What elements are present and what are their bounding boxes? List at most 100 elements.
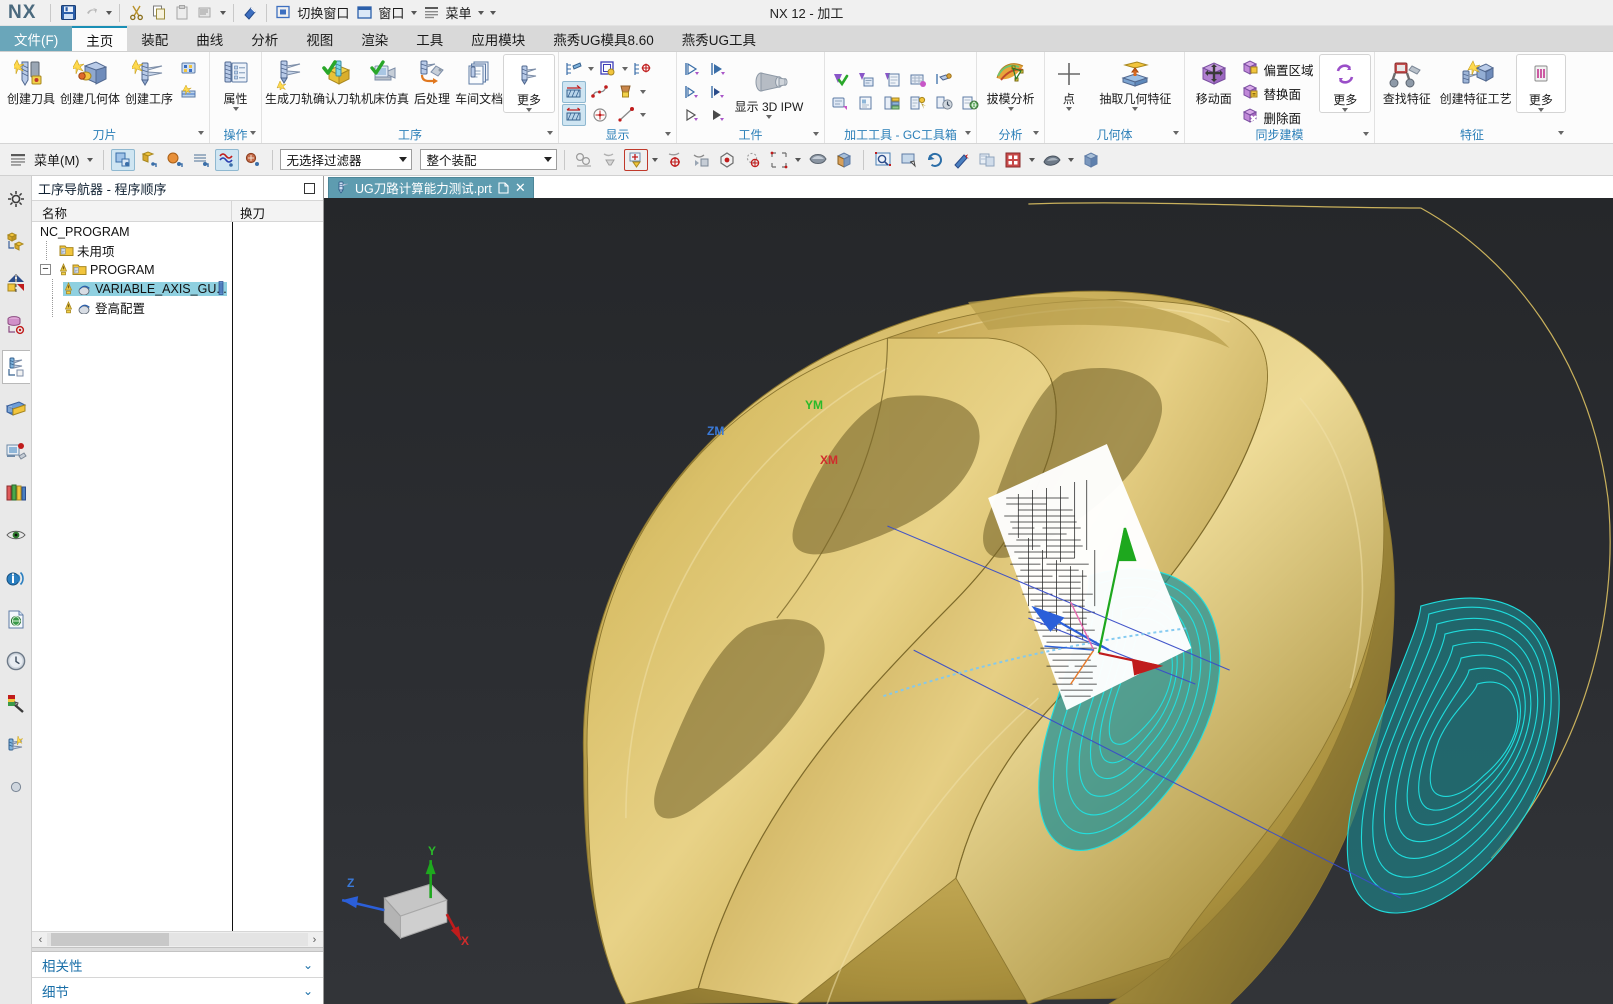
colored-body-icon[interactable] <box>832 149 856 171</box>
fit-icon[interactable] <box>949 149 973 171</box>
menu-button-caret[interactable] <box>85 149 96 171</box>
view-style-icon[interactable] <box>1001 149 1025 171</box>
feature-more-caret[interactable] <box>1537 108 1544 112</box>
undo-dropdown-caret[interactable] <box>103 2 114 24</box>
column-header-name[interactable]: 名称 <box>32 201 232 221</box>
report-icon[interactable] <box>854 92 878 114</box>
tab-render[interactable]: 渲染 <box>347 26 402 51</box>
chevron-down-icon[interactable]: ⌄ <box>303 958 313 972</box>
table-row[interactable]: NC_PROGRAM <box>32 222 323 241</box>
params-icon[interactable] <box>906 92 930 114</box>
probe-icon[interactable] <box>932 69 956 91</box>
chevron-down-icon[interactable] <box>398 157 407 162</box>
panel-details[interactable]: 细节 ⌄ <box>32 978 323 1004</box>
selection-filter-combo[interactable]: 无选择过滤器 <box>279 149 412 170</box>
group-expand-caret[interactable] <box>547 131 553 136</box>
pin-icon[interactable] <box>304 182 315 194</box>
tab-curve[interactable]: 曲线 <box>182 26 237 51</box>
tab-home[interactable]: 主页 <box>72 26 128 51</box>
time-tool-icon[interactable] <box>932 92 956 114</box>
tab-assemblies[interactable]: 装配 <box>127 26 182 51</box>
select-face-icon[interactable] <box>189 149 213 171</box>
chevron-down-icon[interactable] <box>543 157 552 162</box>
paste-special-icon[interactable] <box>194 2 216 24</box>
cut-icon[interactable] <box>125 2 147 24</box>
circle-center-icon[interactable] <box>588 104 612 126</box>
rotate-icon[interactable] <box>923 149 947 171</box>
snap-intersection-icon[interactable] <box>741 149 765 171</box>
library-icon[interactable] <box>2 476 30 510</box>
snap-point-group-icon[interactable] <box>572 149 596 171</box>
view-style-caret[interactable] <box>1027 149 1038 171</box>
spline-icon[interactable] <box>588 81 612 103</box>
menu-button-label[interactable]: 菜单(M) <box>32 150 83 169</box>
create-operation-button[interactable]: 创建工序 <box>121 54 177 106</box>
table-row[interactable]: VARIABLE_AXIS_GU... <box>32 279 323 298</box>
system-settings-icon[interactable] <box>2 182 30 216</box>
eraser-icon[interactable] <box>239 2 261 24</box>
group-expand-caret[interactable] <box>1033 131 1039 136</box>
table-tool-icon[interactable] <box>880 92 904 114</box>
line-point-icon[interactable] <box>614 104 638 126</box>
switch-window-label[interactable]: 切换窗口 <box>295 3 352 22</box>
group-expand-caret[interactable] <box>665 132 671 136</box>
draft-analysis-button[interactable]: 拔模分析 <box>980 54 1041 111</box>
properties-button[interactable]: 属性 <box>213 54 258 111</box>
find-feature-button[interactable]: 查找特征 <box>1378 54 1436 106</box>
shop-documentation-button[interactable]: 车间文档 <box>455 54 503 106</box>
display-ipw-icon[interactable] <box>596 58 620 80</box>
show-3d-ipw-button[interactable]: 显示 3D IPW <box>730 62 808 119</box>
tab-file[interactable]: 文件(F) <box>0 26 73 51</box>
navigator-horizontal-scrollbar[interactable]: ‹ › <box>32 931 323 947</box>
offset-region-button[interactable]: 偏置区域 <box>1241 58 1317 80</box>
line-point-caret[interactable] <box>640 113 646 117</box>
assembly-nav-icon[interactable] <box>2 224 30 258</box>
point-button[interactable]: 点 <box>1048 54 1090 111</box>
shading-mode-caret[interactable] <box>1066 149 1077 171</box>
tool-display-caret[interactable] <box>640 90 646 94</box>
create-geometry-button[interactable]: 创建几何体 <box>59 54 121 106</box>
play-fill-icon[interactable] <box>706 58 730 80</box>
more-resource-icon[interactable] <box>2 770 30 804</box>
tool-display-icon[interactable] <box>614 81 638 103</box>
display-toolpath-icon[interactable] <box>562 58 586 80</box>
shaded-body-icon[interactable] <box>806 149 830 171</box>
play-step-icon[interactable] <box>680 81 704 103</box>
switch-window-icon[interactable] <box>272 2 294 24</box>
modified-icon[interactable] <box>498 182 509 194</box>
shading-mode-icon[interactable] <box>1040 149 1064 171</box>
menu-dropdown-caret[interactable] <box>475 2 486 24</box>
document-tab[interactable]: UG刀路计算能力测试.prt ✕ <box>328 176 534 198</box>
show-3d-ipw-caret[interactable] <box>766 114 772 119</box>
part-nav-icon[interactable] <box>2 266 30 300</box>
group-expand-caret[interactable] <box>198 131 204 136</box>
perspective-icon[interactable] <box>1079 149 1103 171</box>
tab-analysis[interactable]: 分析 <box>237 26 292 51</box>
view-sections-icon[interactable] <box>975 149 999 171</box>
extract-geometry-button[interactable]: 抽取几何特征 <box>1090 54 1181 111</box>
selection-scope-combo[interactable]: 整个装配 <box>419 149 557 170</box>
method-group-icon[interactable] <box>177 81 201 103</box>
synchronous-more-button[interactable]: 更多 <box>1319 54 1371 113</box>
machining-wizard-icon[interactable] <box>2 728 30 762</box>
tool-sheet-icon[interactable] <box>880 69 904 91</box>
select-body-icon[interactable] <box>163 149 187 171</box>
undo-icon[interactable] <box>80 2 102 24</box>
play-outline-icon[interactable] <box>680 104 704 126</box>
rectangle-select-icon[interactable] <box>767 149 791 171</box>
tool-list-icon[interactable] <box>854 69 878 91</box>
window-icon[interactable] <box>353 2 375 24</box>
clock-icon[interactable] <box>2 644 30 678</box>
scroll-right-arrow[interactable]: › <box>308 934 321 946</box>
view-eye-icon[interactable] <box>2 518 30 552</box>
rectangle-select-caret[interactable] <box>793 149 804 171</box>
display-toolpath-caret[interactable] <box>588 67 594 71</box>
history-doc-icon[interactable] <box>2 602 30 636</box>
play-fast-icon[interactable] <box>706 81 730 103</box>
snap-enable-caret[interactable] <box>650 149 661 171</box>
scroll-track[interactable] <box>47 933 308 946</box>
roles-icon[interactable] <box>2 392 30 426</box>
verify-toolpath-button[interactable]: 确认刀轨 <box>313 54 361 106</box>
operation-nav-icon[interactable] <box>1 350 30 384</box>
info-wifi-icon[interactable] <box>2 560 30 594</box>
